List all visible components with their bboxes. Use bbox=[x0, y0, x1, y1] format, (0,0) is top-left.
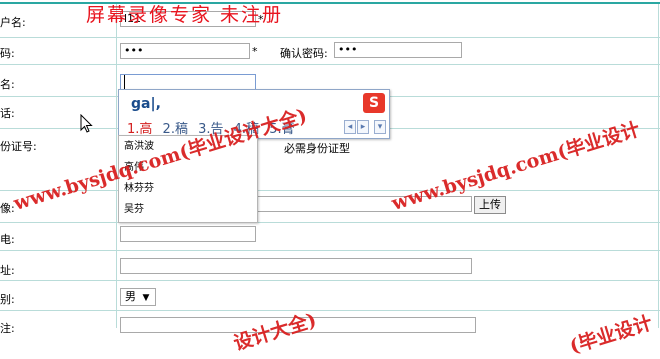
name-label: 名: bbox=[0, 78, 15, 91]
row-divider bbox=[0, 64, 660, 65]
id-card-hint: 必需身份证型 bbox=[284, 142, 350, 155]
autocomplete-item[interactable]: 林芬芬 bbox=[119, 178, 257, 199]
mouse-pointer-icon bbox=[80, 114, 93, 133]
row-divider bbox=[0, 37, 660, 38]
ime-composition: ga|, bbox=[131, 96, 161, 112]
autocomplete-item[interactable]: 吴芬 bbox=[119, 199, 257, 220]
row-divider bbox=[0, 222, 660, 223]
row-divider bbox=[0, 310, 660, 311]
gender-label: 别: bbox=[0, 293, 15, 306]
photo-label: 像: bbox=[0, 202, 15, 215]
gender-value: 男 bbox=[125, 290, 136, 303]
id-card-label: 份证号: bbox=[0, 140, 37, 153]
watermark-title: 屏幕录像专家 未注册 bbox=[86, 4, 284, 26]
watermark-text: (毕业设计 bbox=[567, 311, 655, 358]
address-input[interactable] bbox=[120, 258, 472, 274]
ime-page-controls: ◂ ▸ ▾ bbox=[344, 120, 387, 134]
column-divider bbox=[658, 4, 659, 328]
confirm-password-input[interactable]: ••• bbox=[334, 42, 462, 58]
password-input[interactable]: ••• bbox=[120, 43, 250, 59]
text-caret bbox=[124, 75, 125, 89]
address-label: 址: bbox=[0, 264, 15, 277]
field-label: 电: bbox=[0, 233, 15, 246]
password-label: 码: bbox=[0, 47, 15, 60]
upload-button[interactable]: 上传 bbox=[474, 196, 506, 214]
gender-select[interactable]: 男 ▼ bbox=[120, 288, 156, 306]
menu-icon[interactable]: ▾ bbox=[374, 120, 386, 134]
row-divider bbox=[0, 250, 660, 251]
row-divider bbox=[0, 280, 660, 281]
note-label: 注: bbox=[0, 322, 15, 335]
chevron-down-icon: ▼ bbox=[142, 293, 150, 303]
confirm-password-label: 确认密码: bbox=[280, 47, 328, 60]
field-input[interactable] bbox=[120, 226, 256, 242]
username-label: 户名: bbox=[0, 16, 26, 29]
phone-label: 话: bbox=[0, 107, 15, 120]
name-input[interactable] bbox=[120, 74, 256, 90]
next-page-icon[interactable]: ▸ bbox=[357, 120, 369, 134]
prev-page-icon[interactable]: ◂ bbox=[344, 120, 356, 134]
watermark-text: 设计大全) bbox=[231, 308, 319, 355]
sogou-logo-icon: S bbox=[363, 93, 385, 113]
watermark-text: www.bysjdq.com(毕业设计 bbox=[389, 118, 643, 215]
required-mark: * bbox=[252, 45, 258, 58]
